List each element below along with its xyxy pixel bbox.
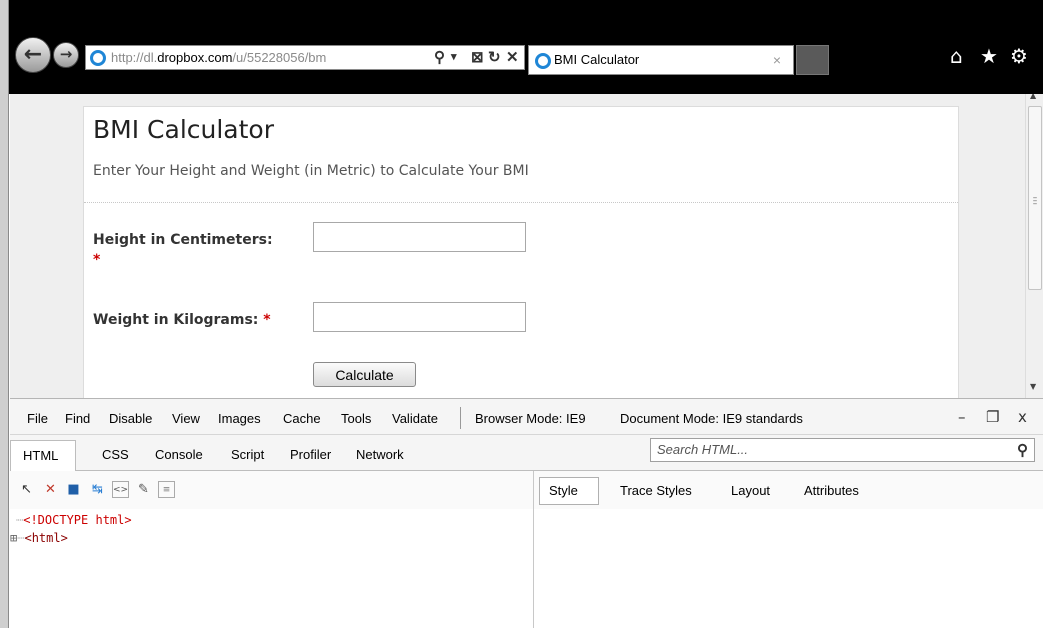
select-element-icon[interactable]: ↖ (18, 481, 35, 498)
weight-input[interactable] (313, 302, 526, 332)
browser-tab[interactable]: BMI Calculator × (528, 45, 794, 75)
stop-icon[interactable]: ✕ (506, 48, 519, 66)
favorites-icon[interactable]: ★ (980, 44, 998, 68)
tab-layout[interactable]: Layout (731, 483, 770, 498)
search-icon[interactable]: ⚲ (1017, 441, 1028, 459)
address-url: http://dl.dropbox.com/u/55228056/bm (111, 50, 376, 65)
tab-profiler[interactable]: Profiler (290, 447, 331, 462)
url-prefix: http://dl. (111, 50, 158, 65)
dropdown-chevron-icon[interactable]: ▾ (451, 50, 457, 63)
tab-title: BMI Calculator (554, 52, 640, 67)
page-subtitle: Enter Your Height and Weight (in Metric)… (93, 163, 529, 179)
height-label-text: Height in Centimeters: (93, 232, 273, 248)
back-icon: ← (23, 42, 43, 67)
word-wrap-icon[interactable]: ≡ (158, 481, 175, 498)
divider (84, 202, 958, 203)
forward-icon: → (59, 45, 73, 63)
weight-label-text: Weight in Kilograms: (93, 312, 259, 328)
search-icon[interactable]: ⚲ (434, 48, 445, 66)
scroll-thumb[interactable]: – – – (1028, 106, 1042, 290)
refresh-icon[interactable]: ↻ (488, 48, 501, 66)
forward-button[interactable]: → (53, 42, 79, 68)
doctype-node: <!DOCTYPE html> (23, 513, 132, 527)
menu-file[interactable]: File (27, 411, 48, 426)
page-viewport: BMI Calculator Enter Your Height and Wei… (10, 94, 1043, 398)
address-bar[interactable]: http://dl.dropbox.com/u/55228056/bm ⚲ ▾ … (85, 45, 525, 70)
pane-separator (533, 471, 534, 509)
browser-title-bar: ← → http://dl.dropbox.com/u/55228056/bm … (0, 0, 1043, 94)
tab-css[interactable]: CSS (102, 447, 129, 462)
url-domain: dropbox.com (157, 50, 233, 65)
minimize-icon[interactable]: – (958, 408, 966, 426)
tab-close-icon[interactable]: × (773, 52, 781, 68)
weight-label: Weight in Kilograms: * (93, 312, 271, 328)
tab-html[interactable]: HTML (10, 440, 76, 472)
ie-logo-icon (90, 50, 106, 66)
expand-icon[interactable]: ⊞ (10, 531, 17, 545)
tab-style[interactable]: Style (539, 477, 599, 505)
developer-tools-panel: File Find Disable View Images Cache Tool… (10, 398, 1043, 628)
calculate-button[interactable]: Calculate (313, 362, 416, 387)
menu-validate[interactable]: Validate (392, 411, 438, 426)
height-input[interactable] (313, 222, 526, 252)
menu-tools[interactable]: Tools (341, 411, 371, 426)
ie-logo-icon (535, 53, 551, 69)
scroll-up-icon[interactable]: ▲ (1030, 94, 1036, 100)
refresh-icon[interactable]: ↹ (89, 481, 106, 498)
menu-find[interactable]: Find (65, 411, 90, 426)
tab-network[interactable]: Network (356, 447, 404, 462)
new-tab-button[interactable] (796, 45, 829, 75)
page-title: BMI Calculator (93, 115, 274, 144)
devtools-tabbar: HTML CSS Console Script Profiler Network… (10, 435, 1043, 472)
scroll-grip-icon: – – – (1032, 193, 1038, 209)
height-label: Height in Centimeters: (93, 232, 273, 248)
bmi-form-card: BMI Calculator Enter Your Height and Wei… (83, 106, 959, 398)
menu-images[interactable]: Images (218, 411, 261, 426)
tab-attributes[interactable]: Attributes (804, 483, 859, 498)
clear-icon[interactable]: ✕ (42, 481, 59, 498)
search-placeholder: Search HTML... (657, 442, 749, 457)
tab-trace-styles[interactable]: Trace Styles (620, 483, 692, 498)
restore-icon[interactable]: ❐ (986, 408, 999, 426)
vertical-scrollbar[interactable]: ▲ – – – ▼ (1025, 94, 1043, 398)
pane-separator (533, 509, 534, 628)
menu-view[interactable]: View (172, 411, 200, 426)
save-icon[interactable]: ■ (65, 481, 82, 498)
home-icon[interactable]: ⌂ (950, 44, 963, 68)
close-icon[interactable]: x (1018, 408, 1027, 426)
menu-cache[interactable]: Cache (283, 411, 321, 426)
html-node: <html> (24, 531, 68, 545)
url-path: /u/55228056/bm (232, 50, 327, 65)
source-view-icon[interactable]: <> (112, 481, 129, 498)
window-left-border (0, 0, 9, 628)
tab-script[interactable]: Script (231, 447, 264, 462)
devtools-toolbar: ↖ ✕ ■ ↹ <> ✎ ≡ Style Trace Styles Layout… (10, 471, 1043, 509)
tree-node-doctype[interactable]: ┈<!DOCTYPE html> (16, 513, 132, 527)
menu-disable[interactable]: Disable (109, 411, 152, 426)
compat-view-icon[interactable]: ⊠ (471, 48, 484, 66)
dom-tree: ┈<!DOCTYPE html> ⊞┈<html> (10, 511, 533, 628)
document-mode-menu[interactable]: Document Mode: IE9 standards (620, 411, 803, 426)
required-mark: * (263, 312, 271, 328)
browser-mode-menu[interactable]: Browser Mode: IE9 (475, 411, 586, 426)
search-html-input[interactable]: Search HTML... ⚲ (650, 438, 1035, 462)
tree-node-html[interactable]: ⊞┈<html> (10, 531, 68, 545)
tab-console[interactable]: Console (155, 447, 203, 462)
back-button[interactable]: ← (15, 37, 51, 73)
devtools-menubar: File Find Disable View Images Cache Tool… (10, 399, 1043, 435)
menu-separator (460, 407, 461, 429)
settings-icon[interactable]: ⚙ (1010, 44, 1028, 68)
required-mark: * (93, 252, 101, 268)
scroll-down-icon[interactable]: ▼ (1030, 382, 1036, 391)
edit-icon[interactable]: ✎ (135, 481, 152, 498)
